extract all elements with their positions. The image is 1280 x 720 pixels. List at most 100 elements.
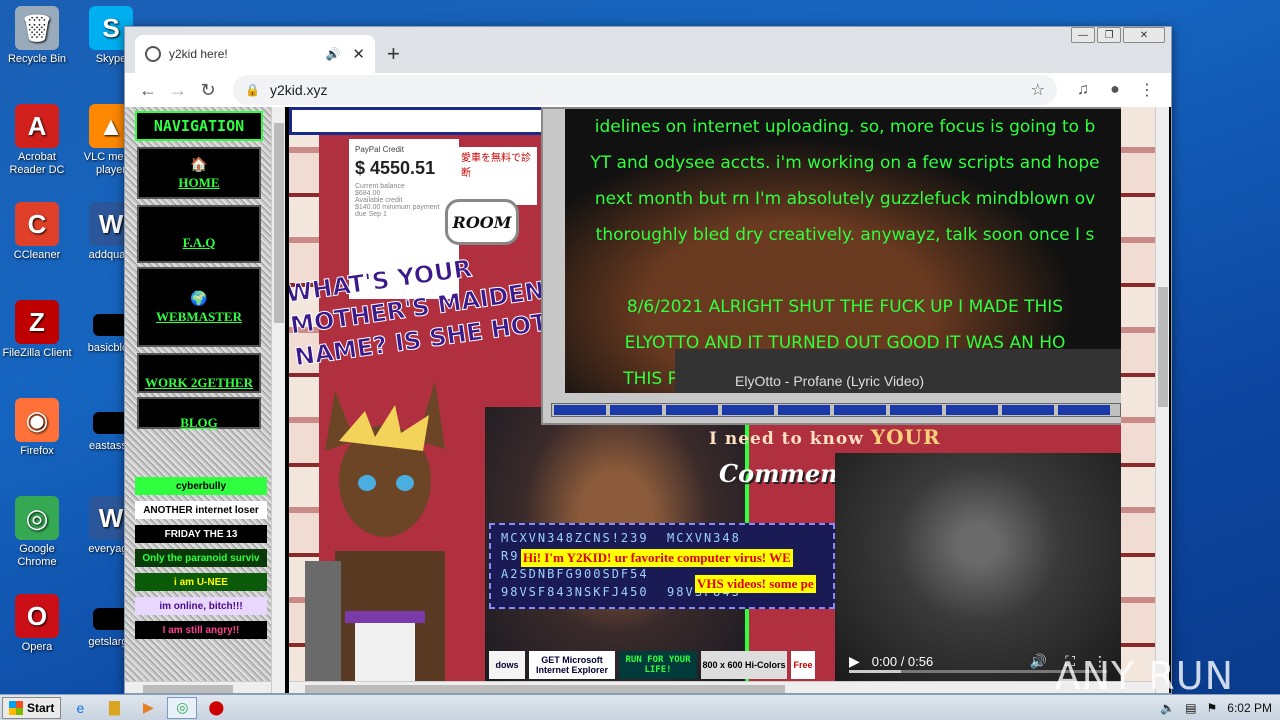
restore-button[interactable]: ❐ [1097, 27, 1121, 43]
desktop-icon-filezilla-client[interactable]: Z FileZilla Client [0, 300, 74, 360]
address-bar[interactable]: 🔒 y2kid.xyz ☆ [233, 75, 1057, 105]
start-label: Start [27, 700, 55, 715]
free-button[interactable]: Free [791, 651, 815, 679]
nav-item-blog[interactable]: ✎ BLOG [137, 395, 261, 431]
media-player-taskbar-icon[interactable]: ▶ [133, 697, 163, 719]
close-button[interactable]: ✕ [1123, 27, 1165, 43]
nav-item-f-a-q[interactable]: ? F.A.Q [137, 205, 261, 263]
filezilla-client-icon: Z [15, 300, 59, 344]
chrome-taskbar-icon[interactable]: ◎ [167, 696, 198, 719]
room-badge: ROOM [445, 199, 519, 245]
window-controls: — ❐ ✕ [1071, 27, 1165, 43]
desktop-icon-label: FileZilla Client [2, 347, 72, 359]
paypal-minimum: $140.00 minimum payment due Sep 1 [355, 204, 440, 218]
web-badge[interactable]: im online, bitch!!! [135, 597, 267, 615]
stop-taskbar-icon[interactable]: ⬤ [201, 697, 231, 719]
paypal-available: Available credit [355, 197, 403, 204]
url-text[interactable]: y2kid.xyz [270, 82, 1031, 98]
play-icon[interactable]: ▶ [849, 653, 860, 670]
web-badge[interactable]: ANOTHER internet loser [135, 501, 267, 519]
get-internet-explorer-button[interactable]: GET Microsoft Internet Explorer [529, 651, 615, 679]
explorer-taskbar-icon[interactable]: ▇ [99, 697, 129, 719]
network-tray-icon[interactable]: ▤ [1185, 701, 1196, 715]
media-control-icon[interactable]: ♫ [1067, 81, 1099, 99]
video-time: 0:00 / 0:56 [871, 653, 934, 669]
navigation-title: NAVIGATION [135, 111, 263, 141]
menu-kebab-icon[interactable]: ⋮ [1131, 80, 1163, 100]
update-panel: idelines on internet uploading. so, more… [541, 107, 1133, 425]
need-to-know-text: I need to know [709, 429, 864, 449]
update-text-line: idelines on internet uploading. so, more… [594, 117, 1096, 137]
update-text-line [565, 253, 1125, 289]
update-text-line: next month but rn I'm absolutely guzzlef… [594, 189, 1096, 209]
japanese-ad[interactable]: 愛車を無料で診断 [459, 147, 537, 205]
flag-tray-icon[interactable]: ⚑ [1207, 701, 1218, 715]
desktop-icon-recycle-bin[interactable]: 🗑 Recycle Bin [0, 6, 74, 66]
reload-icon[interactable]: ↻ [193, 80, 223, 101]
web-badge[interactable]: FRIDAY THE 13 [135, 525, 267, 543]
start-button[interactable]: Start [2, 696, 62, 719]
desktop-icon-acrobat-reader-dc[interactable]: A Acrobat Reader DC [0, 104, 74, 177]
web-badge[interactable]: Only the paranoid surviv [135, 549, 267, 567]
nav-item-webmaster[interactable]: 🌍 WEBMASTER [137, 267, 261, 347]
run-for-your-life-button[interactable]: RUN FOR YOUR LIFE! [619, 651, 697, 679]
recycle-bin-icon: 🗑 [15, 6, 59, 50]
main-vertical-scrollbar[interactable] [1155, 107, 1169, 693]
desktop-icon-google-chrome[interactable]: ◎ Google Chrome [0, 496, 74, 569]
left-frame-horizontal-scrollbar[interactable] [125, 681, 271, 693]
globe-icon [145, 46, 161, 62]
left-frame-vertical-scrollbar[interactable] [271, 107, 285, 693]
update-text-line: YT and odysee accts. i'm working on a fe… [590, 153, 1100, 173]
back-arrow-icon[interactable]: ← [133, 80, 163, 101]
web-badge[interactable]: cyberbully [135, 477, 267, 495]
nav-item-home[interactable]: 🏠 HOME [137, 147, 261, 199]
speaker-icon[interactable]: 🔊 [325, 47, 340, 61]
marquee-vhs: VHS videos! some pe [695, 575, 816, 593]
video-player[interactable]: ▶ 0:00 / 0:56 🔊 ⛶ ⋮ [835, 453, 1121, 681]
web-badge[interactable]: i am U-NEE [135, 573, 267, 591]
desktop-icon-label: Google Chrome [17, 543, 57, 568]
nav-link[interactable]: F.A.Q [183, 235, 216, 251]
browser-tab[interactable]: y2kid here! 🔊 ✕ [135, 35, 375, 73]
nav-link[interactable]: WORK 2GETHER [145, 375, 253, 391]
clock[interactable]: 6:02 PM [1227, 701, 1272, 715]
need-to-know-your: YOUR [870, 425, 941, 449]
desktop-icon-firefox[interactable]: ◉ Firefox [0, 398, 74, 458]
main-horizontal-scrollbar[interactable] [289, 681, 1155, 693]
google-chrome-icon: ◎ [15, 496, 59, 540]
desktop-icon-ccleaner[interactable]: C CCleaner [0, 202, 74, 262]
firefox-icon: ◉ [15, 398, 59, 442]
desktop-icon-label: Opera [21, 641, 53, 653]
loading-progress-bar [551, 403, 1121, 417]
windows-logo-icon [9, 700, 23, 715]
windows-button[interactable]: dows [489, 651, 525, 679]
new-tab-button[interactable]: + [387, 41, 400, 67]
desktop-icon-opera[interactable]: O Opera [0, 594, 74, 654]
profile-icon[interactable]: ● [1099, 81, 1131, 99]
nav-decoration-icon: 🌍 [190, 289, 208, 306]
nav-decoration-icon: ✎ [193, 395, 205, 412]
nav-link[interactable]: WEBMASTER [156, 309, 242, 325]
resolution-button[interactable]: 800 x 600 Hi-Colors [701, 651, 787, 679]
close-tab-icon[interactable]: ✕ [352, 45, 365, 63]
nav-link[interactable]: BLOG [180, 415, 218, 431]
system-tray: 🔈 ▤ ⚑ 6:02 PM [1160, 701, 1280, 715]
anime-character-image [305, 381, 445, 681]
nav-link[interactable]: HOME [178, 175, 219, 191]
taskbar: Start e ▇ ▶ ◎ ⬤ 🔈 ▤ ⚑ 6:02 PM [0, 694, 1280, 720]
desktop-icon-label: Recycle Bin [7, 53, 67, 65]
nav-item-work-2gether[interactable]: ✉ WORK 2GETHER [137, 353, 261, 393]
ie-taskbar-icon[interactable]: e [65, 697, 95, 719]
teeth-border-right [1121, 107, 1155, 681]
volume-icon[interactable]: 🔊 [1030, 653, 1047, 670]
minimize-button[interactable]: — [1071, 27, 1095, 43]
main-frame: PayPal Credit $ 4550.51 Current balance … [289, 107, 1155, 681]
bookmark-star-icon[interactable]: ☆ [1031, 80, 1045, 100]
browser-toolbar: ← → ↻ 🔒 y2kid.xyz ☆ ♫ ● ⋮ [125, 73, 1171, 107]
desktop-icon-label: Firefox [20, 445, 54, 457]
forward-arrow-icon[interactable]: → [163, 80, 193, 101]
volume-tray-icon[interactable]: 🔈 [1160, 701, 1175, 715]
embedded-video-title[interactable]: ElyOtto - Profane (Lyric Video) [675, 349, 1125, 393]
marquee-greeting: Hi! I'm Y2KID! ur favorite computer viru… [521, 549, 793, 567]
web-badge[interactable]: I am still angry!! [135, 621, 267, 639]
